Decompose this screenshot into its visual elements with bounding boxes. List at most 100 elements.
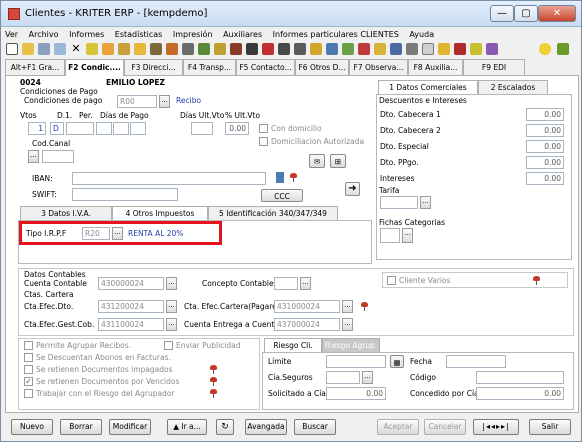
dias-pago-1[interactable] — [96, 122, 112, 135]
tool-icon-9[interactable] — [230, 43, 242, 55]
tool-icon-22[interactable] — [438, 43, 450, 55]
calendar-icon[interactable]: ▦ — [390, 355, 404, 368]
dto-especial-input[interactable]: 0.00 — [526, 140, 564, 153]
tab-edi[interactable]: F9 EDI — [463, 59, 525, 75]
permite-agrupar-checkbox[interactable] — [24, 341, 33, 350]
close-button[interactable]: ✕ — [538, 5, 576, 22]
tool-icon-21[interactable] — [422, 43, 434, 55]
tool-icon-19[interactable] — [390, 43, 402, 55]
pct-ult-vto-input[interactable]: 0.00 — [225, 122, 249, 135]
avanzada-button[interactable]: Avangada — [245, 419, 287, 435]
tool-icon-5[interactable] — [166, 43, 178, 55]
menu-informes-particulares[interactable]: Informes particulares CLIENTES — [269, 28, 403, 41]
concepto-contable-input[interactable] — [274, 277, 298, 290]
cart-button[interactable]: ⊞ — [330, 154, 346, 168]
concedido-input[interactable]: 0.00 — [476, 387, 564, 400]
tool-icon-14[interactable] — [310, 43, 322, 55]
concepto-contable-lookup-button[interactable]: ... — [300, 277, 311, 290]
menu-archivo[interactable]: Archivo — [25, 28, 63, 41]
menu-ayuda[interactable]: Ayuda — [405, 28, 438, 41]
cuenta-contable-input[interactable]: 430000024 — [98, 277, 164, 290]
cia-seguros-input[interactable] — [326, 371, 360, 384]
buscar-button[interactable]: Buscar — [294, 419, 336, 435]
ir-a-button[interactable]: ▲ Ir a... — [167, 419, 207, 435]
delete-icon[interactable]: ✕ — [70, 43, 82, 55]
abonos-checkbox[interactable] — [24, 353, 33, 362]
tab-riesgo-cli[interactable]: Riesgo Cli. — [264, 338, 322, 352]
filter-icon[interactable] — [86, 43, 98, 55]
efec-dto-lookup-button[interactable]: ... — [166, 300, 177, 313]
tab-datos-comerciales[interactable]: 1 Datos Comerciales — [378, 80, 478, 94]
tab-direcciones[interactable]: F3 Direcci... — [124, 59, 183, 75]
pin-icon[interactable] — [209, 365, 218, 374]
efec-dto-input[interactable]: 431200024 — [98, 300, 164, 313]
payment-terms-lookup-button[interactable]: ... — [159, 95, 170, 108]
menu-ver[interactable]: Ver — [1, 28, 22, 41]
exit-icon[interactable] — [557, 43, 569, 55]
cod-canal-lookup-button[interactable]: ... — [28, 150, 39, 163]
tool-icon-13[interactable] — [294, 43, 306, 55]
borrar-button[interactable]: Borrar — [60, 419, 102, 435]
tab-transportes[interactable]: F4 Transp... — [183, 59, 236, 75]
tab-riesgo-agrup[interactable]: Riesgo Agrup. — [322, 338, 380, 352]
con-domicilio-checkbox[interactable] — [259, 124, 268, 133]
salir-button[interactable]: Salir — [529, 419, 571, 435]
tab-escalados[interactable]: 2 Escalados — [478, 80, 548, 94]
pin-icon[interactable] — [209, 377, 218, 386]
irpf-code-input[interactable]: R20 — [82, 227, 110, 240]
cancelar-button[interactable]: Cancelar — [424, 419, 466, 435]
pin-icon[interactable] — [289, 173, 298, 182]
pin-icon[interactable] — [209, 389, 218, 398]
domiciliacion-checkbox[interactable] — [259, 137, 268, 146]
tab-contactos[interactable]: F5 Contacto... — [236, 59, 295, 75]
pin-icon[interactable] — [532, 276, 541, 285]
aceptar-button[interactable]: Aceptar — [377, 419, 419, 435]
dto-cabecera-1-input[interactable]: 0.00 — [526, 108, 564, 121]
mail-button[interactable]: ✉ — [309, 154, 325, 168]
tool-icon-7[interactable] — [198, 43, 210, 55]
tool-icon-17[interactable] — [358, 43, 370, 55]
trabajar-riesgo-checkbox[interactable] — [24, 389, 33, 398]
tool-icon-3[interactable] — [134, 43, 146, 55]
maximize-button[interactable]: ▢ — [514, 5, 538, 22]
dto-cabecera-2-input[interactable]: 0.00 — [526, 124, 564, 137]
tool-icon-18[interactable] — [374, 43, 386, 55]
codigo-input[interactable] — [476, 371, 564, 384]
enviar-publicidad-checkbox[interactable] — [164, 341, 173, 350]
efec-gest-input[interactable]: 431100024 — [98, 318, 164, 331]
tab-identificacion[interactable]: 5 Identificación 340/347/349 — [208, 206, 338, 220]
tab-condiciones[interactable]: F2 Condic.... — [65, 59, 124, 76]
tab-otros-datos[interactable]: F6 Otros D... — [295, 59, 349, 75]
tab-otros-impuestos[interactable]: 4 Otros Impuestos — [112, 206, 208, 220]
edit-icon[interactable] — [54, 43, 66, 55]
tab-auxiliares[interactable]: F8 Auxilia... — [408, 59, 463, 75]
dias-ult-vto-input[interactable] — [191, 122, 213, 135]
open-folder-icon[interactable] — [22, 43, 34, 55]
pin-icon[interactable] — [360, 302, 369, 311]
efec-gest-lookup-button[interactable]: ... — [166, 318, 177, 331]
d1-input[interactable]: D — [50, 122, 64, 135]
nuevo-button[interactable]: Nuevo — [11, 419, 53, 435]
tool-icon-8[interactable] — [214, 43, 226, 55]
menu-impresion[interactable]: Impresión — [169, 28, 217, 41]
tab-graficos[interactable]: Alt+F1 Gra... — [5, 59, 65, 75]
menu-auxiliares[interactable]: Auxiliares — [219, 28, 266, 41]
help-bulb-icon[interactable] — [539, 43, 551, 55]
cuenta-contable-lookup-button[interactable]: ... — [166, 277, 177, 290]
tool-icon-24[interactable] — [470, 43, 482, 55]
tool-icon-23[interactable] — [454, 43, 466, 55]
dto-ppgo-input[interactable]: 0.00 — [526, 156, 564, 169]
cartera-pagare-input[interactable]: 431000024 — [274, 300, 340, 313]
new-doc-icon[interactable] — [6, 43, 18, 55]
swift-input[interactable] — [72, 188, 178, 201]
cia-seguros-lookup-button[interactable]: ... — [362, 371, 373, 384]
tool-icon-1[interactable] — [102, 43, 114, 55]
dias-pago-2[interactable] — [113, 122, 129, 135]
tab-datos-iva[interactable]: 3 Datos I.V.A. — [20, 206, 112, 220]
fecha-input[interactable] — [446, 355, 506, 368]
cod-canal-input[interactable] — [42, 150, 74, 163]
tool-icon-12[interactable] — [278, 43, 290, 55]
bank-icon[interactable] — [276, 172, 284, 183]
iban-input[interactable] — [72, 172, 266, 185]
tarifa-lookup-button[interactable]: ... — [420, 196, 431, 209]
